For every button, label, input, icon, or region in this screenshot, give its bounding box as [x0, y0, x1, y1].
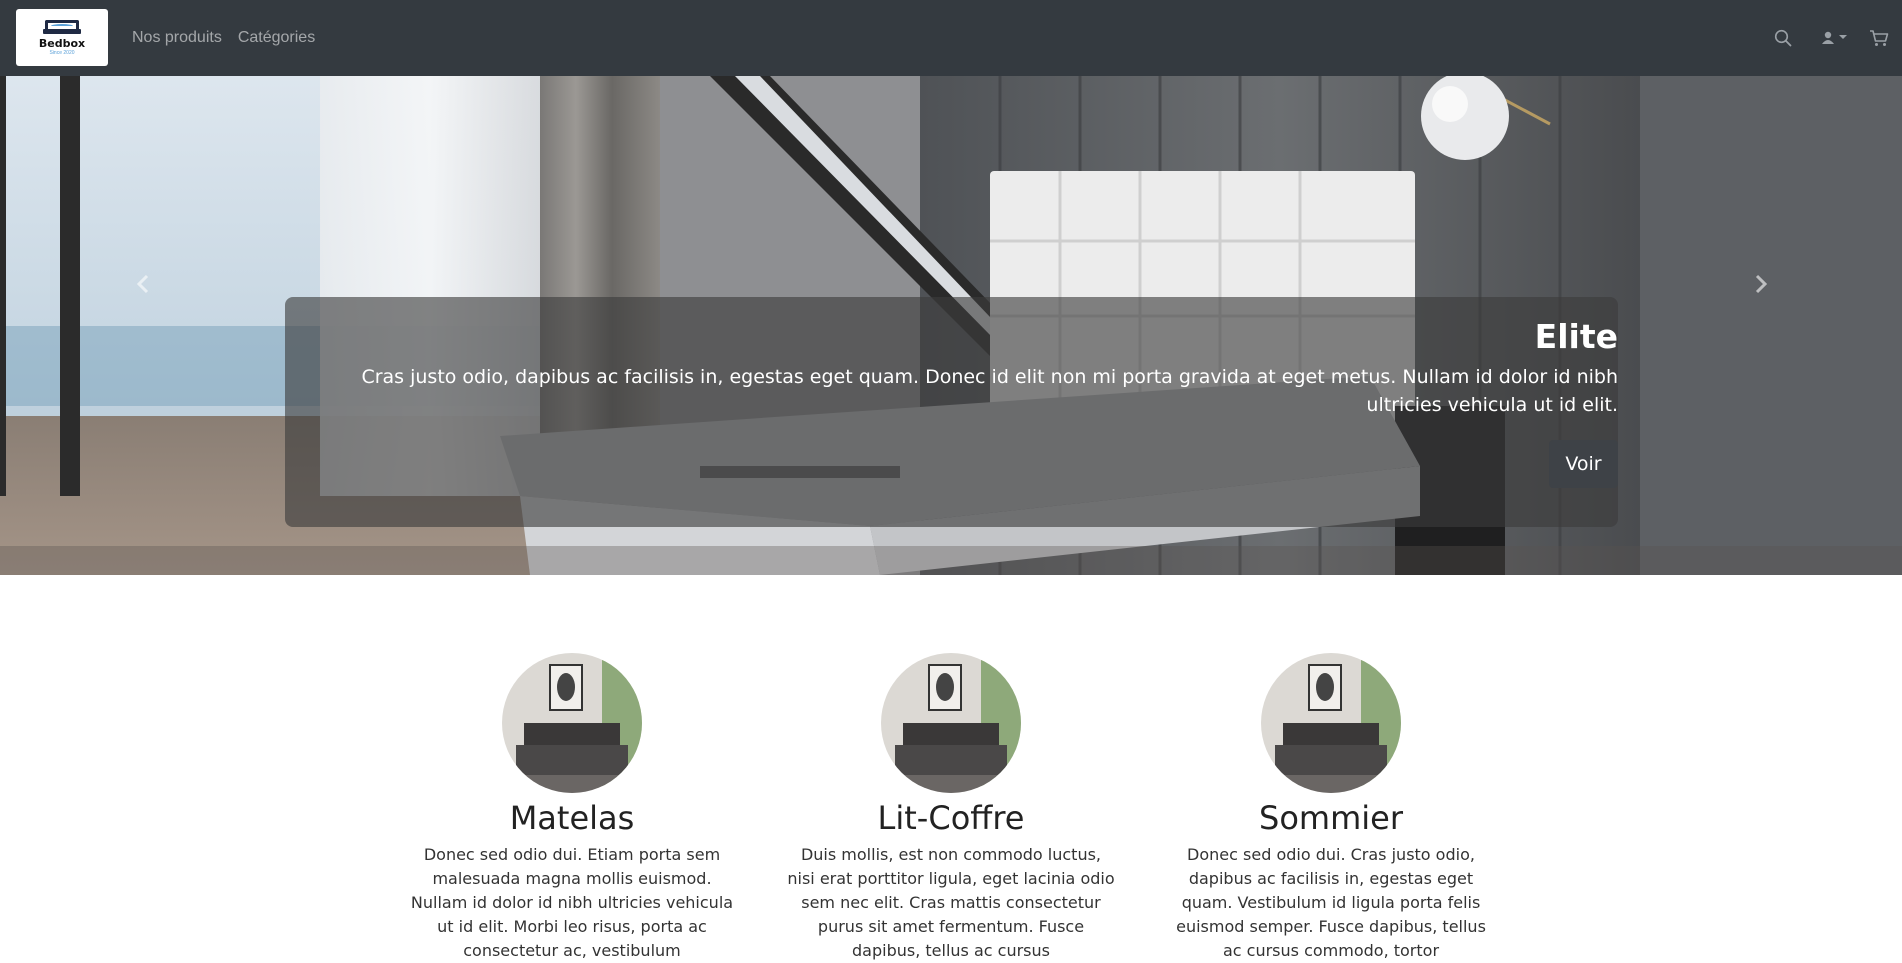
feature-text: Donec sed odio dui. Etiam porta sem male… — [410, 845, 734, 960]
user-icon — [1822, 31, 1847, 44]
feature-section: Matelas Donec sed odio dui. Etiam porta … — [0, 575, 1902, 960]
navbar: Bedbox Since 2020 Nos produits Catégorie… — [0, 0, 1902, 76]
brand-name: Bedbox — [38, 36, 86, 50]
carousel-next[interactable] — [1748, 272, 1772, 296]
user-dropdown[interactable] — [1820, 30, 1852, 46]
feature-image-lit-coffre — [881, 653, 1021, 793]
bed-logo-icon — [43, 19, 81, 36]
brand-since: Since 2020 — [49, 49, 75, 56]
hero-carousel: Elite Cras justo odio, dapibus ac facili… — [0, 76, 1902, 575]
caption-text: Cras justo odio, dapibus ac facilisis in… — [361, 366, 1618, 416]
feature-card: Lit-Coffre Duis mollis, est non commodo … — [781, 653, 1121, 963]
feature-card: Sommier Donec sed odio dui. Cras justo o… — [1161, 653, 1501, 963]
chevron-left-icon — [136, 274, 149, 294]
search-icon[interactable] — [1774, 29, 1792, 47]
feature-text: Duis mollis, est non commodo luctus, nis… — [787, 845, 1115, 960]
carousel-prev[interactable] — [132, 272, 156, 296]
nav-link-categories[interactable]: Catégories — [238, 29, 315, 47]
nav-links: Nos produits Catégories — [132, 0, 315, 76]
feature-title: Sommier — [1259, 799, 1403, 837]
nav-link-products[interactable]: Nos produits — [132, 29, 222, 47]
feature-image-matelas — [502, 653, 642, 793]
cart-icon[interactable] — [1869, 29, 1889, 47]
feature-title: Matelas — [509, 799, 635, 837]
carousel-caption: Elite Cras justo odio, dapibus ac facili… — [285, 297, 1618, 527]
view-button[interactable]: Voir — [1549, 440, 1618, 488]
chevron-right-icon — [1755, 274, 1768, 294]
feature-card: Matelas Donec sed odio dui. Etiam porta … — [402, 653, 742, 963]
feature-title: Lit-Coffre — [877, 799, 1025, 837]
brand-logo[interactable]: Bedbox Since 2020 — [16, 9, 108, 66]
caption-title: Elite — [1534, 317, 1618, 356]
feature-text: Donec sed odio dui. Cras justo odio, dap… — [1176, 845, 1486, 960]
feature-image-sommier — [1261, 653, 1401, 793]
